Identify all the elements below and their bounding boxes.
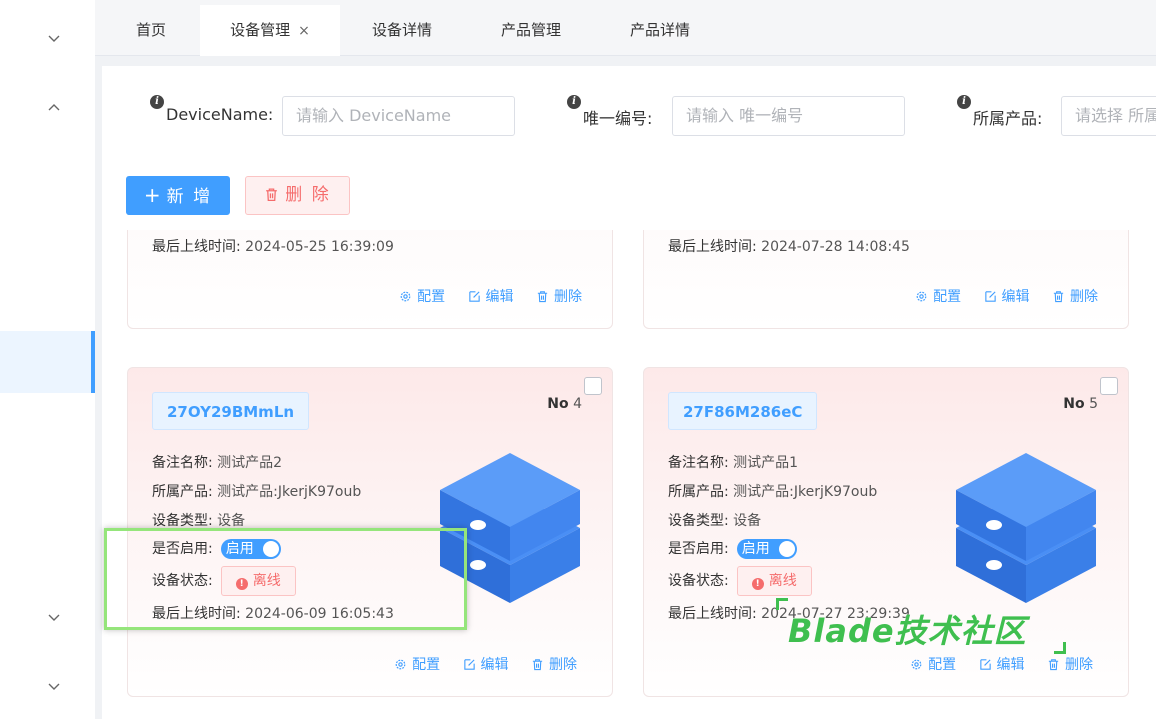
product-row: 所属产品: 测试产品:JkerjK97oub <box>668 484 878 500</box>
edit-icon <box>984 291 996 302</box>
device-card: 最后上线时间: 2024-05-25 16:39:09 配置 编辑 删除 <box>127 230 613 329</box>
info-icon: i <box>150 95 164 109</box>
edit-button[interactable]: 编辑 <box>463 654 509 674</box>
tab-bar: 首页 设备管理 × 设备详情 产品管理 产品详情 <box>95 0 1156 56</box>
card-actions: 配置 编辑 删除 <box>897 286 1098 306</box>
card-actions: 配置 编辑 删除 <box>381 286 582 306</box>
trash-icon <box>266 188 278 202</box>
tab-device-management[interactable]: 设备管理 × <box>200 5 340 56</box>
warning-icon: ! <box>751 578 764 590</box>
product-select[interactable]: 请选择 所属产品 <box>1061 96 1156 136</box>
close-icon[interactable]: × <box>298 23 310 39</box>
config-button[interactable]: 配置 <box>399 286 445 306</box>
trash-icon <box>1053 291 1064 303</box>
remark-row: 备注名称: 测试产品1 <box>668 455 799 471</box>
plus-icon: + <box>143 183 163 207</box>
edit-button[interactable]: 编辑 <box>984 286 1030 306</box>
delete-button[interactable]: 删除 <box>531 654 577 674</box>
gear-icon <box>911 659 922 670</box>
card-number: No 5 <box>1063 396 1098 412</box>
chevron-up-icon[interactable] <box>46 100 62 116</box>
product-row: 所属产品: 测试产品:JkerjK97oub <box>152 484 362 500</box>
edit-button[interactable]: 编辑 <box>468 286 514 306</box>
enable-switch[interactable]: 启用 <box>736 539 797 559</box>
watermark-corner <box>1054 642 1066 654</box>
status-badge: ! 离线 <box>736 566 812 596</box>
last-online-row: 最后上线时间: 2024-05-25 16:39:09 <box>152 239 394 255</box>
delete-button[interactable]: 删除 <box>536 286 582 306</box>
edit-icon <box>979 659 991 670</box>
config-button[interactable]: 配置 <box>910 654 956 674</box>
highlight-box <box>104 528 467 630</box>
gear-icon <box>400 291 411 302</box>
tab-home[interactable]: 首页 <box>110 5 192 56</box>
server-illustration <box>956 453 1096 603</box>
tab-device-detail[interactable]: 设备详情 <box>357 5 447 56</box>
card-checkbox[interactable] <box>1100 377 1118 395</box>
card-checkbox[interactable] <box>584 377 602 395</box>
device-code: 27OY29BMmLn <box>152 392 310 430</box>
edit-icon <box>468 291 480 302</box>
gear-icon <box>395 659 406 670</box>
sidebar <box>0 0 95 719</box>
filter-label-product: 所属产品: <box>973 109 1043 128</box>
edit-button[interactable]: 编辑 <box>979 654 1025 674</box>
config-button[interactable]: 配置 <box>394 654 440 674</box>
status-row: 设备状态:! 离线 <box>668 566 812 596</box>
device-card: 最后上线时间: 2024-07-28 14:08:45 配置 编辑 删除 <box>643 230 1129 329</box>
type-row: 设备类型: 设备 <box>152 513 246 529</box>
chevron-down-icon[interactable] <box>46 678 62 694</box>
gear-icon <box>916 291 927 302</box>
type-row: 设备类型: 设备 <box>668 513 762 529</box>
chevron-down-icon[interactable] <box>46 30 62 46</box>
devicename-input[interactable]: 请输入 DeviceName <box>282 96 515 136</box>
watermark-corner <box>776 598 788 610</box>
filter-label-devicename: DeviceName: <box>166 105 274 124</box>
config-button[interactable]: 配置 <box>915 286 961 306</box>
card-number: No 4 <box>547 396 582 412</box>
delete-button[interactable]: 删除 <box>1052 286 1098 306</box>
batch-delete-button[interactable]: 删 除 <box>245 176 350 215</box>
sidebar-item-active[interactable] <box>0 331 95 393</box>
chevron-down-icon[interactable] <box>46 609 62 625</box>
tab-product-detail[interactable]: 产品详情 <box>615 5 705 56</box>
trash-icon <box>537 291 548 303</box>
remark-row: 备注名称: 测试产品2 <box>152 455 283 471</box>
enabled-row: 是否启用: 启用 <box>668 538 797 559</box>
card-actions: 配置 编辑 删除 <box>376 654 577 674</box>
device-code: 27F86M286eC <box>668 392 818 430</box>
unique-no-input[interactable]: 请输入 唯一编号 <box>672 96 905 136</box>
tab-product-management[interactable]: 产品管理 <box>486 5 576 56</box>
trash-icon <box>1048 659 1059 671</box>
delete-button[interactable]: 删除 <box>1047 654 1093 674</box>
last-online-row: 最后上线时间: 2024-07-28 14:08:45 <box>668 239 910 255</box>
add-button[interactable]: + 新 增 <box>126 176 230 215</box>
info-icon: i <box>567 95 581 109</box>
info-icon: i <box>957 95 971 109</box>
filter-label-unique-no: 唯一编号: <box>583 109 653 128</box>
active-indicator <box>91 331 95 393</box>
card-actions: 配置 编辑 删除 <box>892 654 1093 674</box>
edit-icon <box>463 659 475 670</box>
trash-icon <box>532 659 543 671</box>
watermark: Blade技术社区 <box>788 612 1027 650</box>
